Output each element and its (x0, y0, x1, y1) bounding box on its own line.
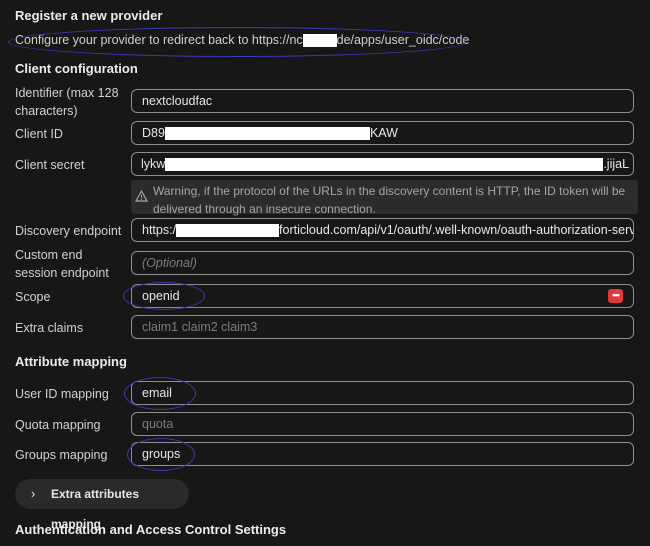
warning-text: Warning, if the protocol of the URLs in … (153, 184, 626, 216)
redacted-block (165, 158, 604, 172)
insecure-warning: Warning, if the protocol of the URLs in … (131, 180, 638, 216)
discovery-endpoint-label: Discovery endpoint (15, 224, 122, 238)
identifier-label: Identifier (max 128 characters) (15, 86, 119, 118)
groups-value: groups (142, 447, 181, 461)
groups-mapping-label: Groups mapping (15, 448, 108, 462)
description-suffix: de/apps/user_oidc/code (336, 33, 470, 47)
user-id-mapping-label: User ID mapping (15, 387, 109, 401)
user-id-mapping-input[interactable]: email (131, 381, 634, 405)
quota-mapping-label: Quota mapping (15, 418, 101, 432)
chevron-right-icon: › (31, 486, 36, 501)
client-config-heading: Client configuration (15, 61, 138, 76)
user-id-value: email (142, 386, 172, 400)
groups-mapping-input[interactable]: groups (131, 442, 634, 466)
quota-placeholder: quota (142, 417, 174, 431)
redirect-description: Configure your provider to redirect back… (15, 33, 470, 48)
client-id-input[interactable]: D89 KAW (131, 121, 634, 145)
page-title: Register a new provider (15, 8, 163, 23)
redacted-block (176, 224, 280, 238)
client-secret-suffix: .jijaL (603, 157, 630, 171)
identifier-input[interactable]: nextcloudfac (131, 89, 634, 113)
description-prefix: Configure your provider to redirect back… (15, 33, 303, 47)
client-id-suffix: KAW (369, 126, 398, 140)
redacted-block (302, 34, 337, 48)
more-options-icon[interactable]: ••• (608, 289, 623, 303)
end-session-placeholder: (Optional) (142, 256, 197, 270)
end-session-input[interactable]: (Optional) (131, 251, 634, 275)
client-secret-prefix: lykw (141, 157, 166, 171)
extra-claims-placeholder: claim1 claim2 claim3 (142, 320, 258, 334)
discovery-suffix: forticloud.com/api/v1/oauth/.well-known/… (279, 223, 634, 237)
attribute-mapping-heading: Attribute mapping (15, 354, 127, 369)
discovery-prefix: https:/ (142, 223, 177, 237)
warning-icon (135, 190, 148, 202)
scope-label: Scope (15, 290, 51, 304)
auth-settings-heading: Authentication and Access Control Settin… (15, 522, 287, 537)
extra-claims-label: Extra claims (15, 321, 84, 335)
client-secret-label: Client secret (15, 158, 85, 172)
scope-value: openid (142, 289, 180, 303)
identifier-value: nextcloudfac (142, 94, 213, 108)
client-secret-input[interactable]: lykw .jijaL (131, 152, 634, 176)
client-id-label: Client ID (15, 127, 63, 141)
extra-claims-input[interactable]: claim1 claim2 claim3 (131, 315, 634, 339)
discovery-endpoint-input[interactable]: https:/ forticloud.com/api/v1/oauth/.well… (131, 218, 634, 242)
quota-mapping-input[interactable]: quota (131, 412, 634, 436)
end-session-label: Custom end session endpoint (15, 248, 109, 280)
redacted-block (164, 127, 370, 141)
scope-input[interactable]: openid ••• (131, 284, 634, 308)
extra-attributes-mapping-button[interactable]: › Extra attributes mapping (15, 479, 189, 531)
client-id-prefix: D89 (142, 126, 165, 140)
